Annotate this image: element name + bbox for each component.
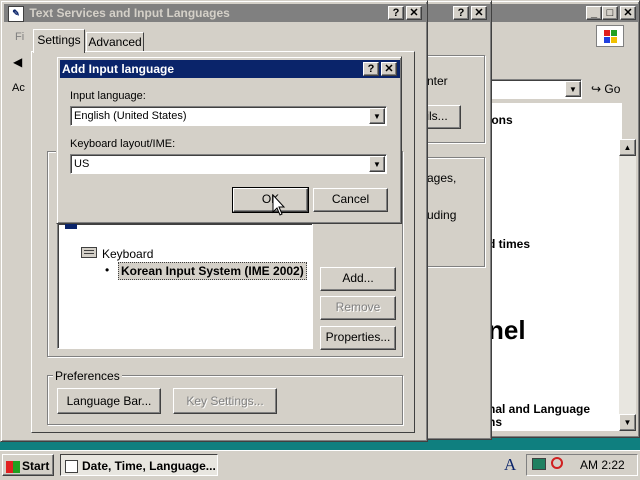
- close-icon: ✕: [409, 7, 419, 19]
- close-button[interactable]: ✕: [406, 6, 422, 20]
- minimize-button[interactable]: _: [586, 6, 602, 20]
- help-button[interactable]: ?: [453, 6, 469, 20]
- add-input-language-dialog: Add Input language ? ✕ Input language: E…: [56, 56, 402, 224]
- go-arrow-icon: ↪: [591, 82, 602, 96]
- cancel-button[interactable]: Cancel: [313, 188, 388, 212]
- add-input-language-titlebar: Add Input language: [60, 60, 400, 78]
- taskbar-item-date-time-language[interactable]: Date, Time, Language...: [60, 454, 218, 476]
- help-icon: ?: [367, 63, 375, 75]
- group-box: [425, 55, 485, 143]
- close-icon: ✕: [384, 63, 394, 75]
- system-clock: AM 2:22: [580, 458, 625, 472]
- ok-button[interactable]: OK: [232, 187, 309, 213]
- help-button[interactable]: ?: [388, 6, 404, 20]
- scroll-down-button[interactable]: ▼: [619, 414, 636, 431]
- cursor-icon: [272, 194, 286, 216]
- windows-logo-icon: [596, 25, 624, 47]
- help-button[interactable]: ?: [363, 62, 379, 76]
- keyboard-layout-select[interactable]: US: [70, 154, 387, 174]
- installed-services-list[interactable]: [57, 223, 313, 349]
- chevron-down-icon: ▼: [373, 160, 381, 169]
- keyboard-icon: [81, 247, 97, 258]
- scroll-up-button[interactable]: ▲: [619, 139, 636, 156]
- add-button[interactable]: Add...: [320, 267, 396, 291]
- chevron-down-icon: ▼: [373, 112, 381, 121]
- content-text-3: nal and Language: [488, 402, 591, 416]
- start-button[interactable]: Start: [2, 454, 54, 476]
- maximize-button[interactable]: □: [602, 6, 618, 20]
- help-icon: ?: [457, 7, 465, 19]
- address-dropdown-button[interactable]: ▼: [565, 81, 581, 97]
- preferences-legend: Preferences: [53, 369, 122, 383]
- properties-button[interactable]: Properties...: [320, 326, 396, 350]
- help-icon: ?: [392, 7, 400, 19]
- vertical-scrollbar[interactable]: [619, 139, 636, 431]
- scroll-up-icon: ▲: [623, 143, 632, 152]
- back-arrow[interactable]: ◀: [13, 55, 22, 69]
- close-icon: ✕: [474, 7, 484, 19]
- partial-text-2: ages,: [427, 171, 457, 185]
- language-bar-button[interactable]: Language Bar...: [57, 388, 161, 414]
- printer-tray-icon[interactable]: [532, 458, 546, 470]
- file-menu[interactable]: Fi: [15, 31, 24, 43]
- keyboard-label: Keyboard: [102, 247, 154, 261]
- close-icon: ✕: [623, 7, 633, 19]
- browser-content: [486, 103, 622, 431]
- chevron-down-icon: ▼: [569, 85, 577, 94]
- content-text-2: d times: [488, 237, 531, 251]
- close-button[interactable]: ✕: [471, 6, 487, 20]
- tab-settings[interactable]: Settings: [33, 29, 85, 53]
- keyboard-layout-label: Keyboard layout/IME:: [70, 138, 176, 150]
- close-button[interactable]: ✕: [620, 6, 636, 20]
- close-button[interactable]: ✕: [381, 62, 397, 76]
- control-panel-icon: [65, 460, 78, 474]
- address-label: Ac: [12, 82, 25, 94]
- keyboard-layout-dropdown-button[interactable]: ▼: [369, 156, 385, 172]
- go-label: Go: [604, 82, 621, 96]
- add-input-language-title: Add Input language: [62, 62, 174, 76]
- scroll-down-icon: ▼: [623, 418, 632, 427]
- input-language-dropdown-button[interactable]: ▼: [369, 108, 385, 124]
- ime-icon: A: [504, 455, 517, 474]
- text-services-title: Text Services and Input Languages: [29, 6, 230, 20]
- content-heading: nel: [488, 315, 526, 345]
- text-services-titlebar: ✎ Text Services and Input Languages: [4, 4, 426, 22]
- system-menu-icon[interactable]: ✎: [8, 6, 24, 22]
- input-language-label: Input language:: [70, 90, 146, 102]
- partial-text-3: uding: [427, 208, 457, 222]
- minimize-icon: _: [590, 7, 598, 19]
- maximize-icon: □: [606, 7, 614, 19]
- partial-text-1: nter: [427, 74, 448, 88]
- installed-service-item[interactable]: Korean Input System (IME 2002): [118, 262, 307, 280]
- bullet: •: [105, 263, 110, 277]
- ime-indicator[interactable]: A: [504, 455, 516, 475]
- key-settings-button: Key Settings...: [173, 388, 277, 414]
- input-language-select[interactable]: English (United States): [70, 106, 387, 126]
- magnifier-tray-icon[interactable]: [551, 457, 563, 469]
- remove-button: Remove: [320, 296, 396, 320]
- windows-logo-icon: [6, 460, 20, 473]
- go-button[interactable]: ↪ Go: [591, 80, 631, 98]
- tab-advanced[interactable]: Advanced: [86, 32, 144, 52]
